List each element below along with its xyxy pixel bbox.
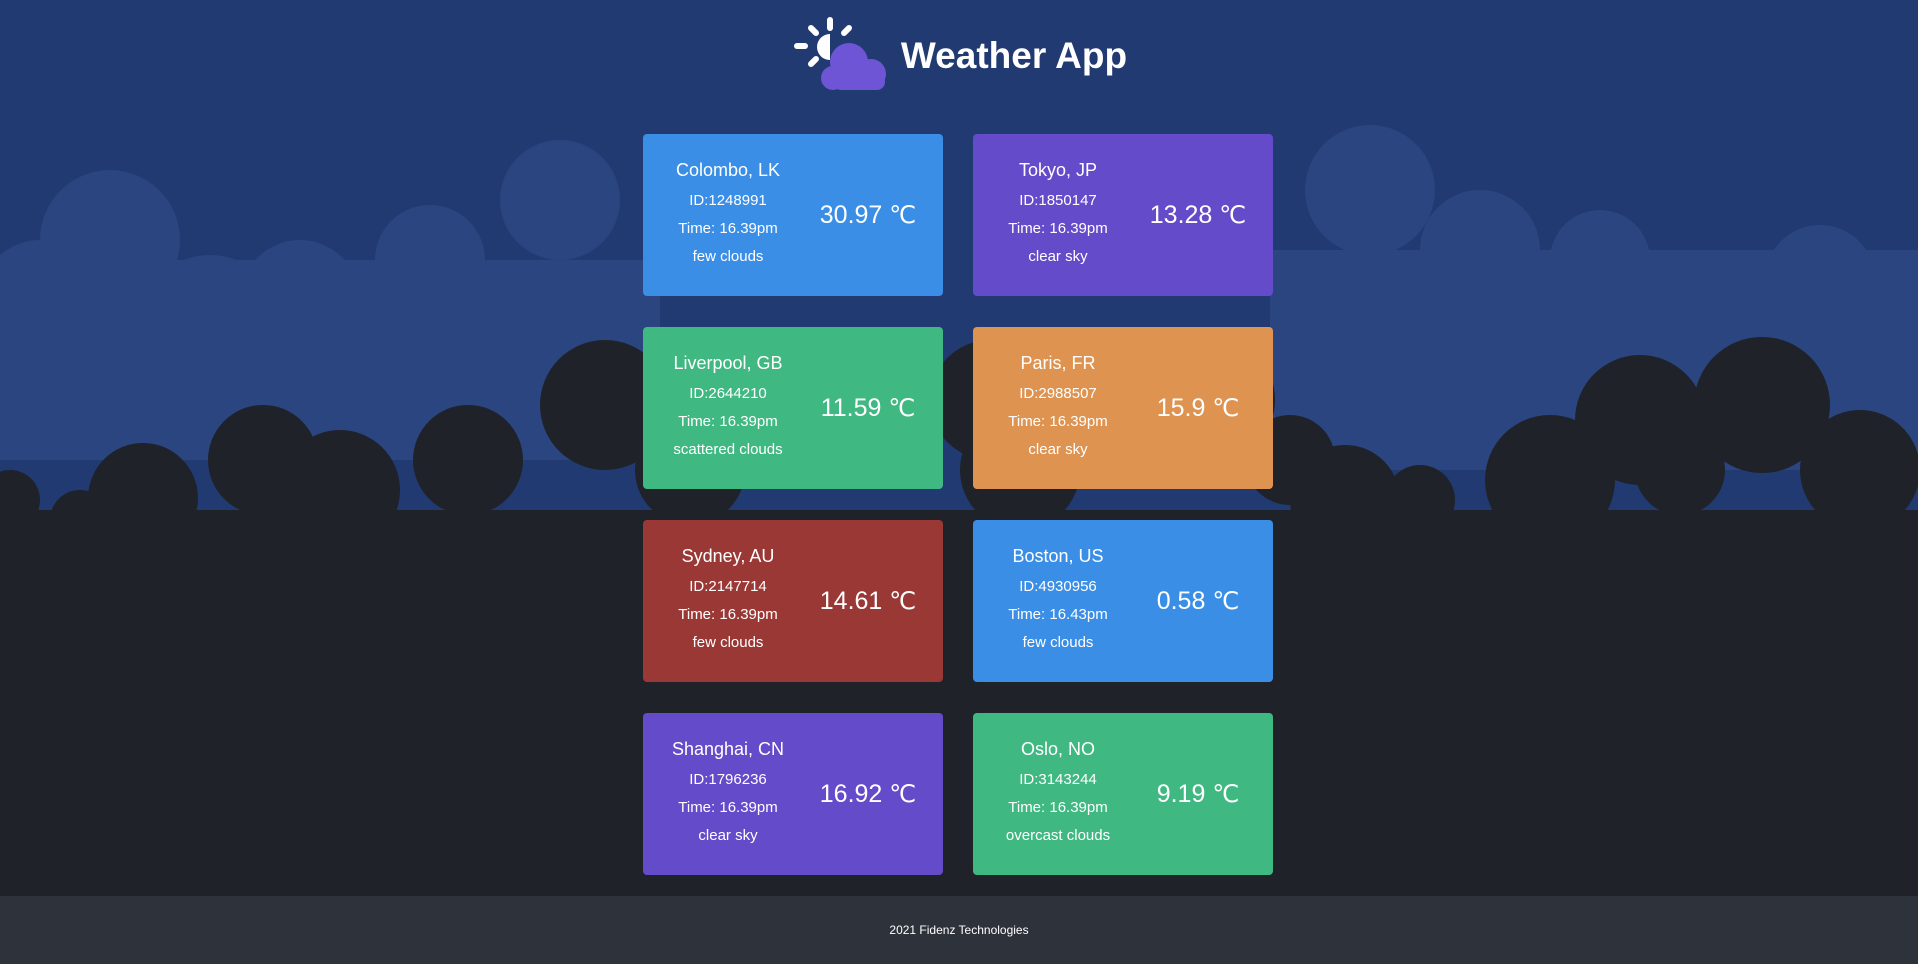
weather-card[interactable]: Shanghai, CN ID:1796236 Time: 16.39pm cl… — [643, 713, 943, 875]
city-name: Boston, US — [1012, 545, 1104, 566]
city-id: ID:2644210 — [689, 384, 767, 402]
weather-description: clear sky — [698, 826, 758, 844]
app-title: Weather App — [900, 35, 1128, 76]
city-name: Colombo, LK — [675, 159, 781, 180]
celsius-unit: ℃ — [1219, 202, 1247, 229]
temperature: 15.9 ℃ — [1143, 394, 1273, 423]
celsius-unit: ℃ — [889, 781, 917, 808]
city-name: Liverpool, GB — [673, 352, 783, 373]
celsius-unit: ℃ — [1212, 395, 1240, 422]
card-info: Boston, US ID:4930956 Time: 16.43pm few … — [973, 546, 1143, 657]
weather-description: overcast clouds — [1005, 826, 1111, 844]
city-name: Tokyo, JP — [1018, 159, 1098, 180]
weather-description: scattered clouds — [673, 440, 783, 458]
app-header: Weather App — [0, 14, 1918, 98]
weather-description: clear sky — [1028, 440, 1088, 458]
temperature: 30.97 ℃ — [813, 201, 943, 230]
weather-card[interactable]: Liverpool, GB ID:2644210 Time: 16.39pm s… — [643, 327, 943, 489]
city-id: ID:4930956 — [1019, 577, 1097, 595]
weather-description: few clouds — [692, 633, 764, 651]
card-info: Shanghai, CN ID:1796236 Time: 16.39pm cl… — [643, 739, 813, 850]
update-time: Time: 16.39pm — [1008, 219, 1108, 237]
temperature-value: 0.58 — [1156, 586, 1206, 615]
temperature: 14.61 ℃ — [813, 587, 943, 616]
city-name: Paris, FR — [1020, 352, 1096, 373]
temperature-value: 30.97 — [819, 200, 883, 229]
weather-card[interactable]: Colombo, LK ID:1248991 Time: 16.39pm few… — [643, 134, 943, 296]
city-id: ID:1850147 — [1019, 191, 1097, 209]
celsius-unit: ℃ — [1212, 781, 1240, 808]
update-time: Time: 16.39pm — [678, 605, 778, 623]
city-name: Shanghai, CN — [671, 738, 785, 759]
temperature-value: 11.59 — [820, 393, 882, 422]
temperature-value: 9.19 — [1156, 779, 1206, 808]
card-info: Oslo, NO ID:3143244 Time: 16.39pm overca… — [973, 739, 1143, 850]
weather-card[interactable]: Boston, US ID:4930956 Time: 16.43pm few … — [973, 520, 1273, 682]
weather-card[interactable]: Paris, FR ID:2988507 Time: 16.39pm clear… — [973, 327, 1273, 489]
update-time: Time: 16.39pm — [678, 798, 778, 816]
celsius-unit: ℃ — [1212, 588, 1240, 615]
city-id: ID:1248991 — [689, 191, 767, 209]
update-time: Time: 16.39pm — [1008, 412, 1108, 430]
temperature-value: 15.9 — [1156, 393, 1206, 422]
temperature: 16.92 ℃ — [813, 780, 943, 809]
sun-behind-cloud-icon — [793, 17, 886, 90]
footer-copyright: 2021 Fidenz Technologies — [889, 923, 1029, 937]
temperature: 9.19 ℃ — [1143, 780, 1273, 809]
update-time: Time: 16.39pm — [678, 219, 778, 237]
weather-card[interactable]: Oslo, NO ID:3143244 Time: 16.39pm overca… — [973, 713, 1273, 875]
city-id: ID:2147714 — [689, 577, 767, 595]
update-time: Time: 16.43pm — [1008, 605, 1108, 623]
city-name: Oslo, NO — [1020, 738, 1095, 759]
temperature-value: 14.61 — [819, 586, 883, 615]
update-time: Time: 16.39pm — [1008, 798, 1108, 816]
celsius-unit: ℃ — [888, 395, 916, 422]
temperature-value: 13.28 — [1149, 200, 1213, 229]
weather-description: few clouds — [692, 247, 764, 265]
weather-card[interactable]: Sydney, AU ID:2147714 Time: 16.39pm few … — [643, 520, 943, 682]
card-info: Tokyo, JP ID:1850147 Time: 16.39pm clear… — [973, 160, 1143, 271]
celsius-unit: ℃ — [889, 202, 917, 229]
weather-card-grid: Colombo, LK ID:1248991 Time: 16.39pm few… — [643, 134, 1273, 875]
weather-card[interactable]: Tokyo, JP ID:1850147 Time: 16.39pm clear… — [973, 134, 1273, 296]
city-id: ID:2988507 — [1019, 384, 1097, 402]
city-name: Sydney, AU — [681, 545, 775, 566]
card-info: Liverpool, GB ID:2644210 Time: 16.39pm s… — [643, 353, 813, 464]
city-id: ID:3143244 — [1019, 770, 1097, 788]
temperature-value: 16.92 — [819, 779, 883, 808]
temperature: 0.58 ℃ — [1143, 587, 1273, 616]
temperature: 11.59 ℃ — [813, 394, 943, 423]
temperature: 13.28 ℃ — [1143, 201, 1273, 230]
update-time: Time: 16.39pm — [678, 412, 778, 430]
celsius-unit: ℃ — [889, 588, 917, 615]
card-info: Colombo, LK ID:1248991 Time: 16.39pm few… — [643, 160, 813, 271]
weather-description: clear sky — [1028, 247, 1088, 265]
page-footer: 2021 Fidenz Technologies — [0, 896, 1918, 964]
weather-description: few clouds — [1022, 633, 1094, 651]
city-id: ID:1796236 — [689, 770, 767, 788]
card-info: Sydney, AU ID:2147714 Time: 16.39pm few … — [643, 546, 813, 657]
card-info: Paris, FR ID:2988507 Time: 16.39pm clear… — [973, 353, 1143, 464]
